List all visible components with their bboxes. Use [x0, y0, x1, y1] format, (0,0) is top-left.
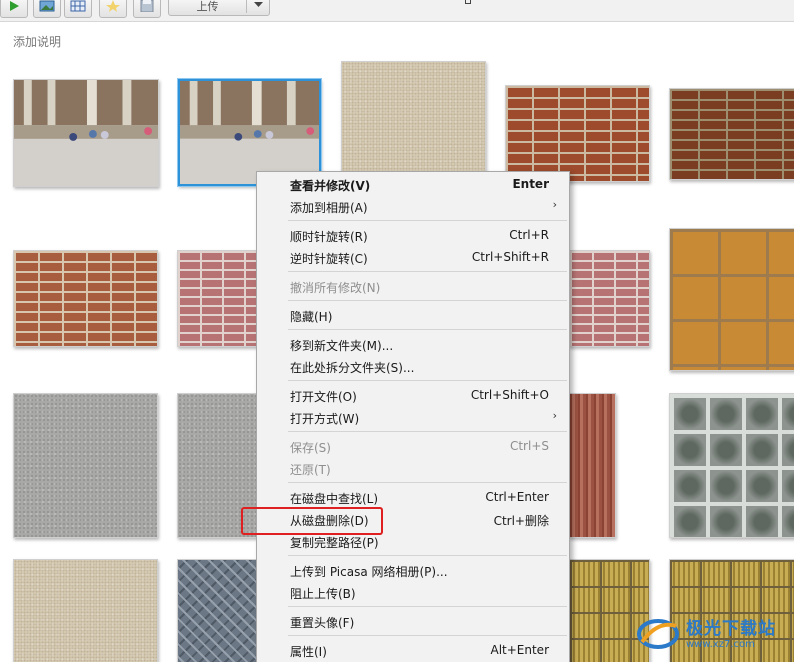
toolbar: 上传 [0, 0, 794, 22]
thumbnail-red-brick[interactable] [13, 250, 158, 347]
menu-item-properties[interactable]: 属性(I) Alt+Enter [257, 639, 569, 661]
chevron-down-icon[interactable] [247, 2, 269, 8]
menu-item-shortcut: Ctrl+Enter [485, 490, 549, 504]
highlight-box [241, 507, 383, 535]
menu-item-label: 逆时针旋转(C) [290, 252, 368, 266]
menu-item-label: 在此处拆分文件夹(S)... [290, 361, 415, 375]
menu-item-label: 打开文件(O) [290, 390, 357, 404]
play-slideshow-button[interactable] [0, 0, 28, 18]
picture-icon [39, 0, 55, 12]
menu-item-move-to-new-folder[interactable]: 移到新文件夹(M)... [257, 333, 569, 355]
thumbnail-diamond-plate[interactable] [177, 559, 257, 662]
menu-item-label: 添加到相册(A) [290, 201, 368, 215]
watermark-logo-icon [637, 619, 679, 649]
context-menu: 查看并修改(V) Enter 添加到相册(A) › 顺时针旋转(R) Ctrl+… [256, 171, 570, 662]
menu-item-shortcut: Ctrl+R [509, 228, 549, 242]
watermark-title: 极光下载站 [686, 619, 776, 639]
menu-item-split-folder[interactable]: 在此处拆分文件夹(S)... [257, 355, 569, 377]
collage-button[interactable] [64, 0, 92, 18]
menu-item-label: 保存(S) [290, 441, 331, 455]
watermark: 极光下载站 www.xz7.com [636, 604, 794, 660]
menu-separator [288, 482, 567, 483]
menu-item-label: 属性(I) [290, 645, 327, 659]
menu-item-view-edit[interactable]: 查看并修改(V) Enter [257, 173, 569, 195]
menu-item-label: 撤消所有修改(N) [290, 281, 381, 295]
thumbnail-wood [569, 393, 616, 538]
menu-item-rotate-counterclockwise[interactable]: 逆时针旋转(C) Ctrl+Shift+R [257, 246, 569, 268]
menu-item-add-to-album[interactable]: 添加到相册(A) › [257, 195, 569, 217]
menu-item-label: 打开方式(W) [290, 412, 360, 426]
thumbnail-fabric[interactable] [341, 61, 486, 179]
menu-separator [288, 635, 567, 636]
thumbnail-glass-blocks[interactable] [669, 393, 794, 538]
menu-item-upload-picasa[interactable]: 上传到 Picasa 网络相册(P)... [257, 559, 569, 581]
menu-item-shortcut: Alt+Enter [490, 643, 549, 657]
menu-separator [288, 300, 567, 301]
menu-separator [288, 431, 567, 432]
menu-item-label: 顺时针旋转(R) [290, 230, 368, 244]
disk-icon [140, 0, 154, 12]
menu-separator [288, 606, 567, 607]
menu-item-label: 还原(T) [290, 463, 331, 477]
chevron-right-icon: › [552, 198, 557, 211]
thumbnail-dark-brick-wall[interactable] [669, 88, 794, 180]
collage-icon [70, 0, 86, 12]
thumbnail-fabric-2[interactable] [13, 559, 158, 662]
menu-item-label: 查看并修改(V) [290, 179, 371, 193]
thumbnail-brick-wall[interactable] [505, 85, 650, 182]
menu-separator [288, 380, 567, 381]
menu-separator [288, 329, 567, 330]
star-button[interactable] [99, 0, 127, 18]
menu-item-shortcut: Ctrl+删除 [493, 514, 549, 528]
watermark-url: www.xz7.com [686, 639, 755, 650]
menu-item-open-file[interactable]: 打开文件(O) Ctrl+Shift+O [257, 384, 569, 406]
thumbnail-plaza[interactable] [13, 79, 159, 187]
menu-item-label: 移到新文件夹(M)... [290, 339, 394, 353]
upload-dropdown[interactable]: 上传 [168, 0, 270, 16]
menu-separator [288, 220, 567, 221]
menu-item-save: 保存(S) Ctrl+S [257, 435, 569, 457]
add-caption-label[interactable]: 添加说明 [13, 33, 61, 50]
menu-separator [288, 271, 567, 272]
menu-item-label: 上传到 Picasa 网络相册(P)... [290, 565, 448, 579]
picture-button[interactable] [33, 0, 61, 18]
menu-item-locate-on-disk[interactable]: 在磁盘中查找(L) Ctrl+Enter [257, 486, 569, 508]
menu-item-shortcut: Enter [512, 177, 549, 191]
thumbnail-orange-tiles[interactable] [669, 228, 794, 371]
upload-label: 上传 [196, 0, 219, 13]
thumbnail-pink-brick[interactable] [177, 250, 257, 347]
thumbnail-concrete[interactable] [13, 393, 158, 538]
menu-item-undo-all-edits: 撤消所有修改(N) [257, 275, 569, 297]
menu-item-open-with[interactable]: 打开方式(W) › [257, 406, 569, 428]
menu-item-shortcut: Ctrl+Shift+O [470, 388, 549, 402]
menu-item-block-upload[interactable]: 阻止上传(B) [257, 581, 569, 603]
thumbnail-pink-brick-edge [569, 250, 650, 347]
star-icon [106, 0, 120, 12]
disk-button[interactable] [133, 0, 161, 18]
menu-item-shortcut: Ctrl+Shift+R [471, 250, 549, 264]
menu-item-hide[interactable]: 隐藏(H) [257, 304, 569, 326]
menu-item-revert: 还原(T) [257, 457, 569, 479]
thumbnail-plaza-selected[interactable] [177, 78, 322, 187]
menu-item-label: 重置头像(F) [290, 616, 355, 630]
menu-item-label: 在磁盘中查找(L) [290, 492, 379, 506]
play-icon [10, 1, 19, 11]
menu-item-label: 阻止上传(B) [290, 587, 356, 601]
window-mark [465, 0, 471, 4]
menu-item-reset-avatar[interactable]: 重置头像(F) [257, 610, 569, 632]
menu-item-shortcut: Ctrl+S [509, 439, 549, 453]
chevron-right-icon: › [552, 409, 557, 422]
menu-item-label: 隐藏(H) [290, 310, 333, 324]
menu-separator [288, 555, 567, 556]
menu-item-label: 复制完整路径(P) [290, 536, 379, 550]
menu-item-rotate-clockwise[interactable]: 顺时针旋转(R) Ctrl+R [257, 224, 569, 246]
